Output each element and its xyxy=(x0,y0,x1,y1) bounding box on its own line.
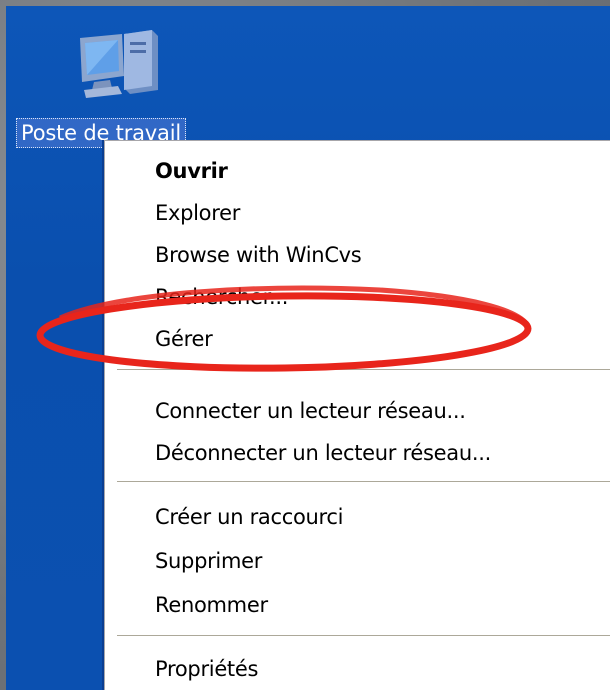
menu-item-manage[interactable]: Gérer xyxy=(117,319,610,359)
menu-item-explore[interactable]: Explorer xyxy=(117,193,610,233)
menu-separator xyxy=(117,369,610,370)
menu-item-create-shortcut[interactable]: Créer un raccourci xyxy=(117,497,610,537)
menu-separator xyxy=(117,481,610,482)
context-menu: Ouvrir Explorer Browse with WinCvs Reche… xyxy=(104,140,610,690)
menu-item-properties[interactable]: Propriétés xyxy=(117,649,610,689)
menu-item-search[interactable]: Rechercher... xyxy=(117,277,610,317)
menu-item-open[interactable]: Ouvrir xyxy=(117,151,610,191)
menu-item-disconnect-network-drive[interactable]: Déconnecter un lecteur réseau... xyxy=(117,433,610,473)
desktop: Poste de travail Ouvrir Explorer Browse … xyxy=(6,6,610,690)
menu-gutter xyxy=(105,141,115,690)
menu-item-delete[interactable]: Supprimer xyxy=(117,541,610,581)
menu-item-rename[interactable]: Renommer xyxy=(117,585,610,625)
menu-item-map-network-drive[interactable]: Connecter un lecteur réseau... xyxy=(117,391,610,431)
desktop-icon-my-computer[interactable]: Poste de travail xyxy=(14,16,224,148)
menu-item-browse-wincvs[interactable]: Browse with WinCvs xyxy=(117,235,610,275)
menu-separator xyxy=(117,635,610,636)
my-computer-icon xyxy=(80,30,158,98)
